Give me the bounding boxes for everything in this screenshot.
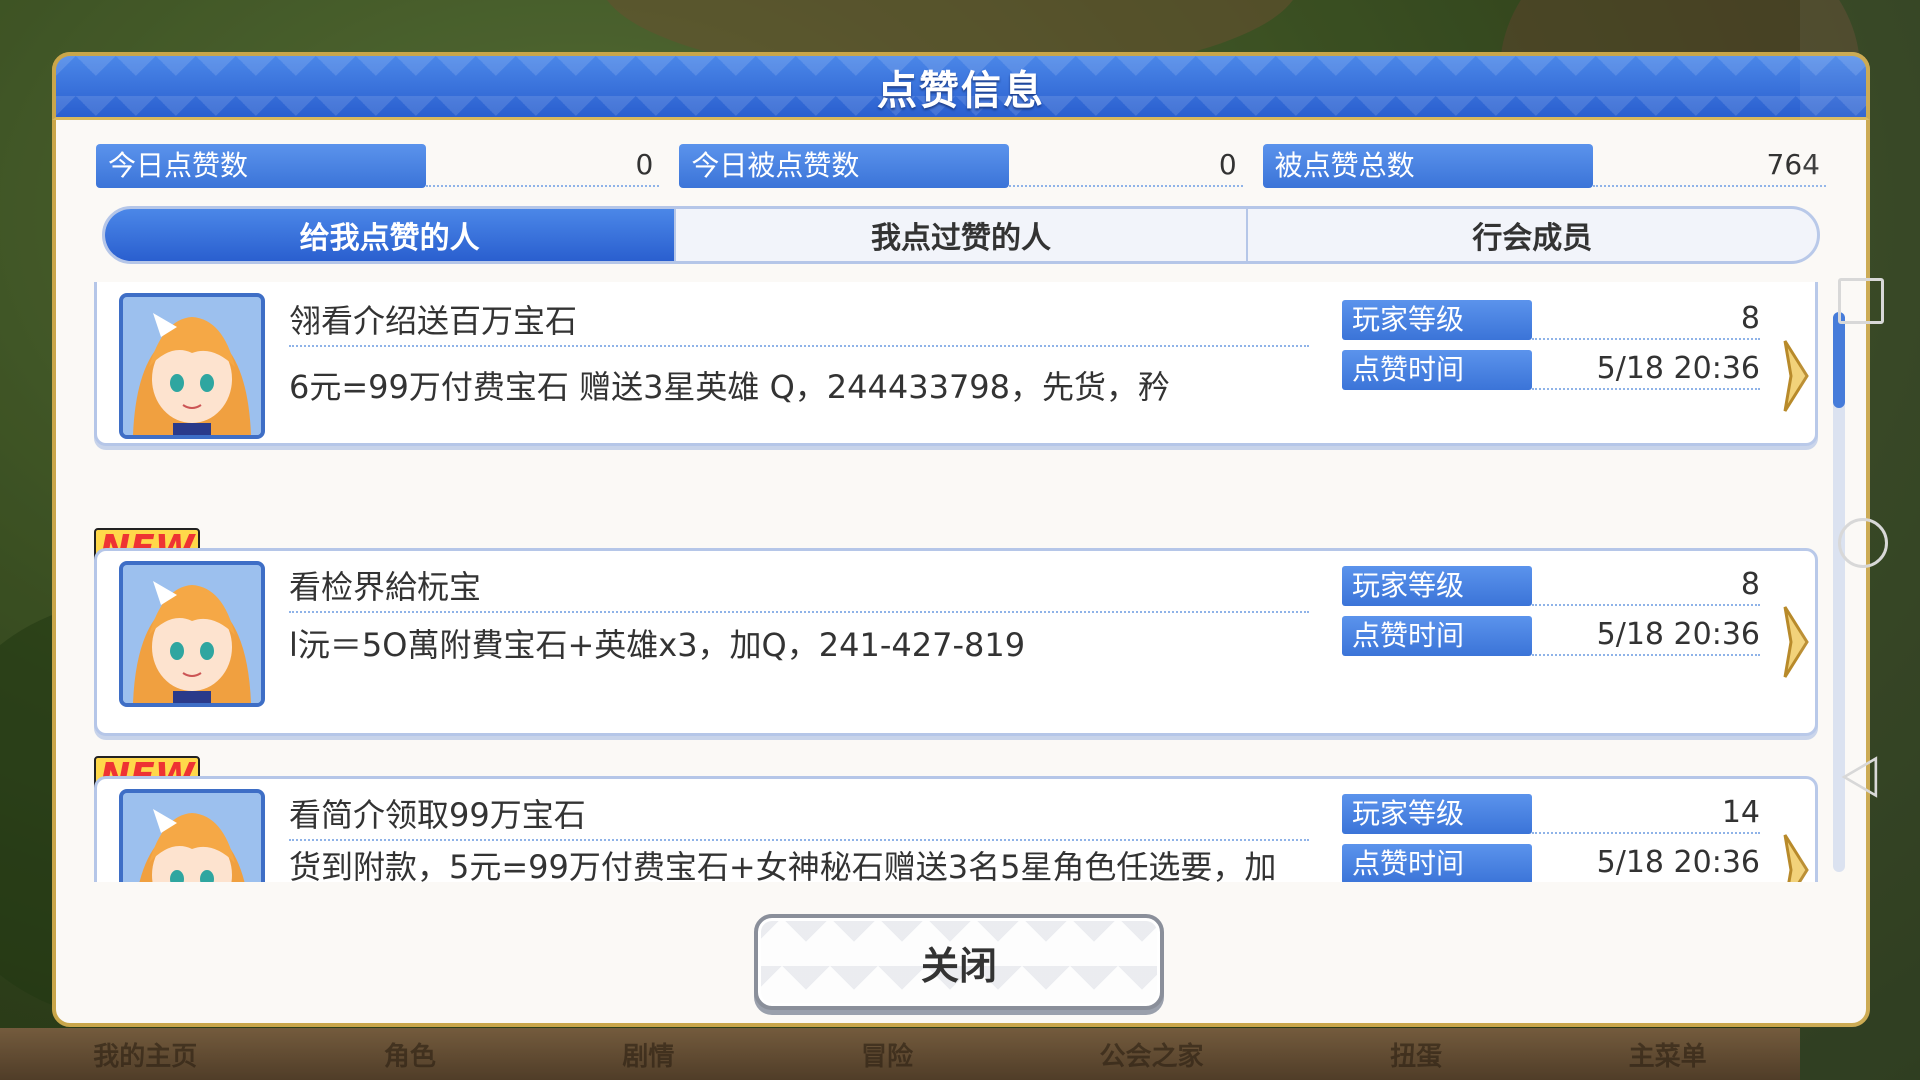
stat-value: 0 [1009, 145, 1243, 187]
home-icon[interactable] [1838, 518, 1888, 568]
stat-value: 764 [1592, 145, 1826, 187]
dialog-title-bar: 点赞信息 [52, 52, 1870, 120]
tab-bar: 给我点赞的人 我点过赞的人 行会成员 [102, 206, 1820, 264]
level-value: 14 [1532, 794, 1760, 834]
stat-today-likes: 今日点赞数 0 [96, 144, 660, 188]
avatar[interactable] [119, 789, 265, 882]
likes-list[interactable]: 翎看介绍送百万宝石 6元=99万付费宝石 赠送3星英雄 Q，244433798，… [66, 282, 1851, 882]
stat-value: 0 [426, 145, 660, 187]
avatar[interactable] [119, 293, 265, 439]
stat-label: 今日点赞数 [96, 144, 426, 188]
list-item[interactable]: 看检界給杬宝 l沅＝5O萬附費宝石+英雄x3，加Q，241-427-819 玩家… [94, 548, 1818, 736]
list-item[interactable]: 看简介领取99万宝石 货到附款，5元=99万付费宝石+女神秘石赠送3名5星角色任… [94, 776, 1818, 882]
player-message: 货到附款，5元=99万付费宝石+女神秘石赠送3名5星角色任选要，加扣874224… [289, 848, 1277, 882]
tab-liked-me[interactable]: 给我点赞的人 [105, 209, 675, 261]
player-name: 翎看介绍送百万宝石 [289, 297, 1309, 347]
level-value: 8 [1532, 300, 1760, 340]
player-level-row: 玩家等级 8 [1342, 565, 1760, 607]
dialog-title: 点赞信息 [877, 67, 1045, 114]
close-button[interactable]: 关闭 [754, 914, 1164, 1010]
like-time-row: 点赞时间 5/18 20:36 [1342, 615, 1760, 657]
time-value: 5/18 20:36 [1532, 616, 1760, 656]
level-label: 玩家等级 [1342, 794, 1532, 834]
stat-label: 今日被点赞数 [679, 144, 1010, 188]
time-label: 点赞时间 [1342, 350, 1532, 390]
level-label: 玩家等级 [1342, 300, 1532, 340]
player-message: 6元=99万付费宝石 赠送3星英雄 Q，244433798，先货，矜 [289, 368, 1171, 406]
avatar[interactable] [119, 561, 265, 707]
character-portrait-icon [123, 297, 261, 435]
character-portrait-icon [123, 793, 261, 882]
time-label: 点赞时间 [1342, 616, 1532, 656]
like-time-row: 点赞时间 5/18 20:36 [1342, 349, 1760, 391]
tab-i-liked[interactable]: 我点过赞的人 [674, 209, 1245, 261]
recent-apps-icon[interactable] [1838, 278, 1884, 324]
player-name: 看检界給杬宝 [289, 563, 1309, 613]
back-icon[interactable] [1838, 755, 1882, 799]
character-portrait-icon [123, 565, 261, 703]
system-nav-bar [1800, 0, 1920, 1080]
stat-label: 被点赞总数 [1262, 144, 1593, 188]
player-level-row: 玩家等级 8 [1342, 299, 1760, 341]
list-item[interactable]: 翎看介绍送百万宝石 6元=99万付费宝石 赠送3星英雄 Q，244433798，… [94, 282, 1818, 446]
stat-total-received: 被点赞总数 764 [1262, 144, 1826, 188]
player-level-row: 玩家等级 14 [1342, 793, 1760, 835]
level-label: 玩家等级 [1342, 566, 1532, 606]
likes-info-dialog: 点赞信息 今日点赞数 0 今日被点赞数 0 被点赞总数 764 给我点赞的人 我… [52, 52, 1870, 1027]
player-message: l沅＝5O萬附費宝石+英雄x3，加Q，241-427-819 [289, 626, 1026, 664]
time-label: 点赞时间 [1342, 844, 1532, 882]
like-time-row: 点赞时间 5/18 20:36 [1342, 843, 1760, 882]
player-name: 看简介领取99万宝石 [289, 791, 1309, 841]
stats-row: 今日点赞数 0 今日被点赞数 0 被点赞总数 764 [96, 144, 1826, 188]
tab-guild-members[interactable]: 行会成员 [1245, 209, 1817, 261]
time-value: 5/18 20:36 [1532, 844, 1760, 882]
stat-today-received: 今日被点赞数 0 [679, 144, 1243, 188]
level-value: 8 [1532, 566, 1760, 606]
time-value: 5/18 20:36 [1532, 350, 1760, 390]
